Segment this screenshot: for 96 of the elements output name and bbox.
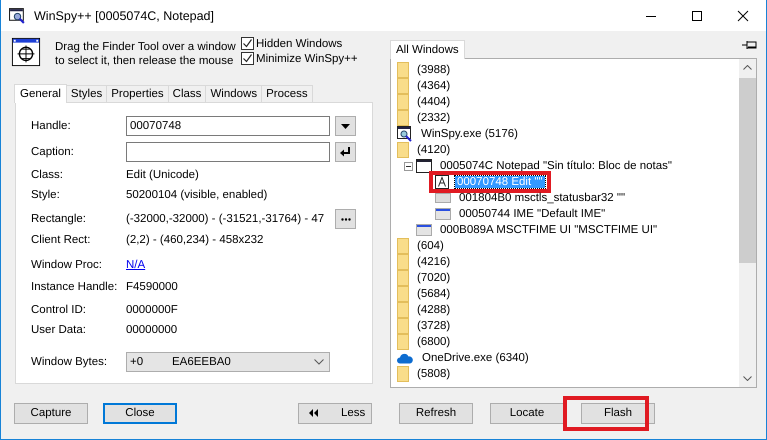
finder-hint: Drag the Finder Tool over a window to select it, then release the mouse [55, 40, 237, 68]
input-field[interactable] [126, 142, 330, 162]
cloud-icon [397, 352, 414, 364]
tree-item[interactable]: (3988) [415, 64, 452, 76]
tab[interactable]: Properties [106, 85, 169, 102]
folder-icon [397, 334, 409, 350]
tab[interactable]: Process [261, 85, 313, 102]
finder-tool-icon[interactable] [11, 37, 41, 67]
tab[interactable]: Styles [66, 85, 108, 102]
tree-item[interactable]: (5808) [415, 368, 452, 380]
folder-icon [397, 270, 409, 286]
scrollbar[interactable] [739, 59, 756, 387]
tree-item[interactable]: (7020) [415, 272, 452, 284]
field-label: Window Proc: [31, 259, 103, 271]
tree-item[interactable]: (604) [415, 240, 446, 252]
maximize-icon[interactable] [691, 10, 703, 22]
dropdown-button[interactable] [335, 116, 356, 136]
ellipsis-icon [340, 218, 350, 220]
folder-icon [397, 318, 409, 334]
window-title: WinSpy++ [0005074C, Notepad] [34, 8, 215, 22]
field-label: Window Bytes: [31, 356, 108, 368]
folder-icon [397, 142, 409, 158]
enter-button[interactable] [335, 142, 356, 162]
double-left-arrow-icon [309, 409, 319, 417]
field-value: 0000000F [126, 304, 179, 316]
dialog-button[interactable]: Flash [581, 402, 655, 424]
check-icon [242, 53, 253, 64]
field-value: Edit (Unicode) [126, 169, 200, 181]
window-icon [416, 224, 432, 236]
folder-icon [397, 62, 409, 78]
tab[interactable]: All Windows [390, 40, 465, 59]
check-icon [242, 38, 253, 49]
field-label: User Data: [31, 324, 87, 336]
expander-icon[interactable] [404, 162, 413, 170]
folder-icon [397, 94, 409, 110]
more-button[interactable] [335, 209, 356, 229]
tree-item[interactable]: 00050744 IME "Default IME" [457, 208, 608, 220]
chevron-icon [314, 359, 324, 365]
tree-item[interactable]: (3728) [415, 320, 452, 332]
folder-icon [397, 366, 409, 382]
option-checkbox[interactable]: Minimize WinSpy++ [241, 52, 358, 65]
field-value: (2,2) - (460,234) - 458x232 [126, 234, 264, 246]
dialog-button[interactable]: Close [103, 402, 177, 424]
tree-item[interactable]: OneDrive.exe (6340) [420, 352, 531, 364]
field-label: Class: [31, 169, 64, 181]
tree-item[interactable]: 000B089A MSCTFIME UI "MSCTFIME UI" [438, 224, 660, 236]
dialog-button[interactable]: Less [298, 402, 372, 424]
folder-icon [397, 78, 409, 94]
folder-icon [397, 110, 409, 126]
magnifier-window-icon [397, 126, 413, 142]
tree-item[interactable]: (4120) [415, 144, 452, 156]
dialog-button[interactable]: Refresh [399, 402, 473, 424]
tree-item[interactable]: (2332) [415, 112, 452, 124]
status-bar-icon [435, 193, 451, 203]
tree-item[interactable]: 001804B0 msctls_statusbar32 "" [457, 192, 628, 204]
field-value: (-32000,-32000) - (-31521,-31764) - 47 [126, 213, 326, 225]
dialog-button[interactable]: Locate [490, 402, 564, 424]
tab[interactable]: General [14, 84, 67, 103]
tree-item[interactable]: 0005074C Notepad "Sin título: Bloc de notas" [438, 160, 674, 172]
field-value: 50200104 (visible, enabled) [126, 189, 268, 201]
text-field-icon [435, 175, 449, 189]
caret-icon [341, 124, 350, 128]
field-label: Rectangle: [31, 213, 87, 225]
window-icon [416, 159, 432, 173]
dialog-button[interactable]: Capture [14, 402, 88, 424]
app-icon [9, 7, 26, 24]
folder-icon [397, 254, 409, 270]
tree-item[interactable]: (5684) [415, 288, 452, 300]
folder-icon [397, 302, 409, 318]
field-label: Handle: [31, 120, 72, 132]
field-label: Control ID: [31, 304, 87, 316]
scroll-down-icon[interactable] [743, 376, 752, 381]
folder-icon [397, 286, 409, 302]
field-value: 00000000 [126, 324, 178, 336]
tree-item[interactable]: (4364) [415, 80, 452, 92]
input-field[interactable]: 00070748 [126, 116, 330, 136]
field-label: Client Rect: [31, 234, 92, 246]
field-label: Caption: [31, 146, 75, 158]
tree-item[interactable]: (4216) [415, 256, 452, 268]
scroll-up-icon[interactable] [743, 65, 752, 70]
option-checkbox[interactable]: Hidden Windows [241, 37, 358, 50]
close-icon[interactable] [737, 10, 749, 22]
enter-arrow-icon [340, 147, 351, 157]
tree-item[interactable]: (4288) [415, 304, 452, 316]
field-label: Style: [31, 189, 61, 201]
scroll-thumb[interactable] [739, 78, 756, 263]
tree-item[interactable]: (6800) [415, 336, 452, 348]
folder-icon [397, 238, 409, 254]
pin-icon[interactable] [742, 39, 758, 51]
tree-item[interactable]: WinSpy.exe (5176) [419, 128, 520, 140]
field-label: Instance Handle: [31, 281, 118, 293]
window-proc-link[interactable]: N/A [126, 259, 146, 271]
field-value: F4590000 [126, 281, 179, 293]
window-bytes-dropdown[interactable]: +0 EA6EEBA0 [126, 352, 330, 372]
tree-item[interactable]: (4404) [415, 96, 452, 108]
window-icon [435, 208, 451, 220]
